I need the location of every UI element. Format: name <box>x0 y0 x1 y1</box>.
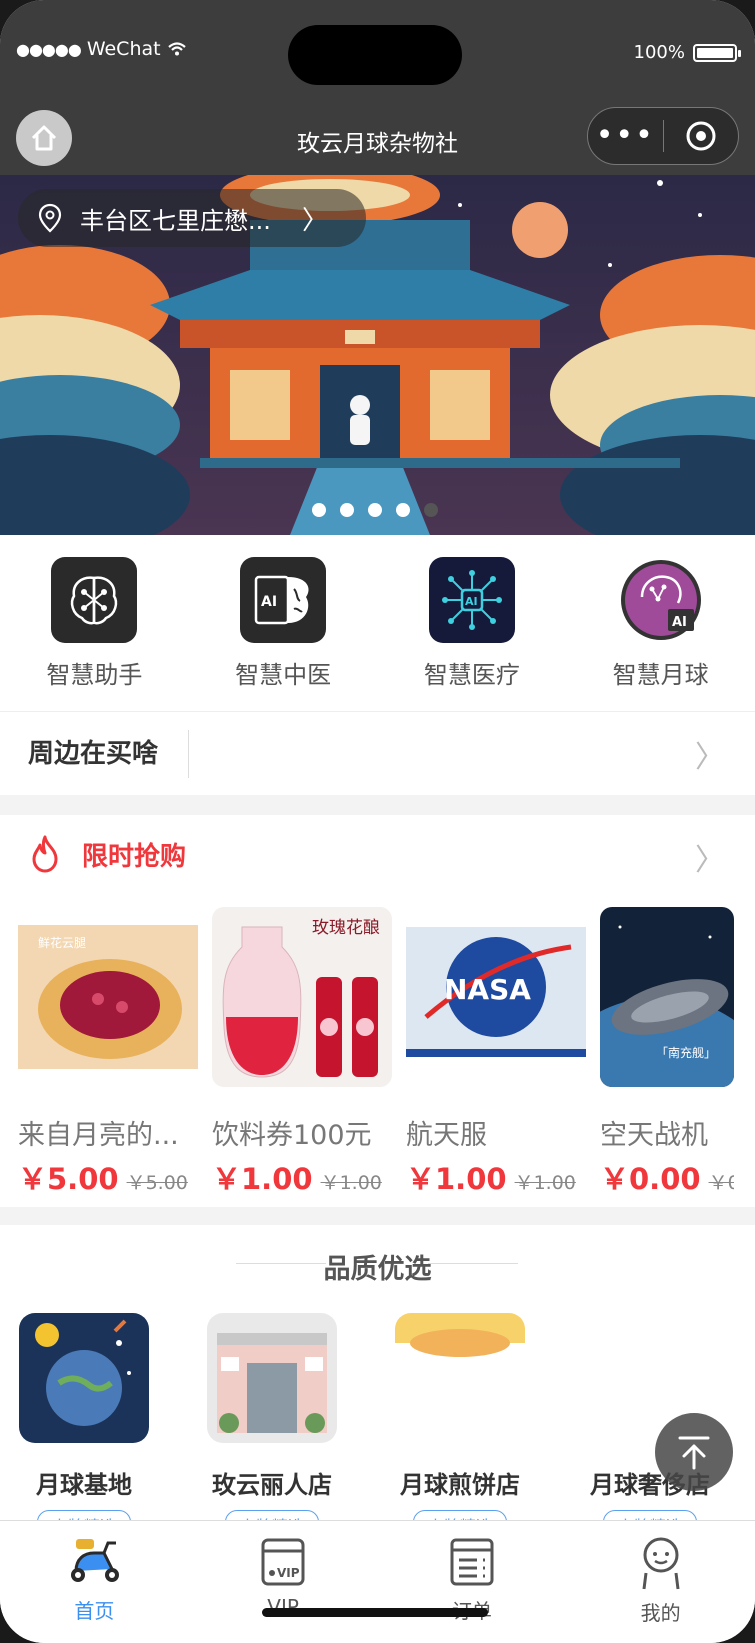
product-image: 「南充舰」 <box>600 907 734 1087</box>
svg-text:AI: AI <box>465 595 478 608</box>
product-old-price: ￥0. <box>708 1172 734 1194</box>
product-price: ￥5.00 <box>18 1162 119 1196</box>
back-to-top-button[interactable] <box>655 1413 733 1491</box>
shortcut-grid: 智慧助手 AI 智慧中医 AI 智慧医疗 AI 智慧月球 <box>0 535 755 711</box>
target-icon <box>686 121 716 151</box>
signal-icon: ●●●●● <box>16 39 82 59</box>
status-bar: ●●●●● WeChat 100% <box>0 0 755 100</box>
home-indicator <box>262 1608 488 1617</box>
product-image-caption: 鲜花云腿 <box>38 935 86 950</box>
nav-bar: 玫云月球杂物社 ••• <box>0 100 755 175</box>
location-selector[interactable]: 丰台区七里庄懋... 〉 <box>18 189 366 247</box>
shortcut-label: 智慧中医 <box>235 661 332 689</box>
store-card[interactable]: 月球基地 上牌精选 <box>4 1313 164 1540</box>
tab-vip[interactable]: VIP VIP <box>189 1521 378 1643</box>
tab-orders[interactable]: 订单 <box>378 1521 567 1643</box>
store-image <box>207 1313 337 1443</box>
carrier-label: WeChat <box>86 38 161 60</box>
store-card[interactable]: 月球煎饼店 上牌精选 <box>380 1313 540 1540</box>
product-image: 鲜花云腿 <box>18 907 198 1087</box>
carousel-dot[interactable] <box>312 503 326 517</box>
location-pin-icon <box>38 203 62 233</box>
product-price: ￥0.00 <box>600 1162 701 1196</box>
carousel-dot-active[interactable] <box>424 503 438 517</box>
tab-label: 首页 <box>74 1599 115 1623</box>
vip-card-icon: VIP <box>261 1538 305 1586</box>
product-image: NASA <box>406 907 586 1087</box>
tab-label: 我的 <box>640 1601 681 1625</box>
quality-picks-section: 品质优选 月球基地 上牌精选 <box>0 1225 755 1540</box>
tab-profile[interactable]: 我的 <box>566 1521 755 1643</box>
product-name: 航天服 <box>406 1120 487 1151</box>
order-list-icon <box>450 1538 494 1586</box>
banner-carousel[interactable]: 丰台区七里庄懋... 〉 <box>0 175 755 535</box>
product-card[interactable]: 玫瑰花酿 饮料券100元 ￥1.00 ￥1.00 <box>212 907 392 1198</box>
quality-picks-title: 品质优选 <box>323 1254 432 1285</box>
product-image-caption: NASA <box>444 973 531 1006</box>
shortcut-label: 智慧月球 <box>612 661 709 689</box>
product-card[interactable]: 「南充舰」 空天战机 ￥0.00 ￥0. <box>600 907 734 1198</box>
mini-program-capsule: ••• <box>587 107 739 165</box>
phone-screen: ●●●●● WeChat 100% 玫云月球杂物社 ••• 丰台区七里庄懋...… <box>0 0 755 1643</box>
product-image: 玫瑰花酿 <box>212 907 392 1087</box>
shortcut-label: 智慧医疗 <box>423 661 520 689</box>
location-text: 丰台区七里庄懋... <box>80 206 271 235</box>
user-icon <box>642 1537 680 1590</box>
product-old-price: ￥5.00 <box>126 1172 188 1194</box>
shortcut-smart-tcm[interactable]: AI 智慧中医 <box>189 535 378 711</box>
close-button[interactable] <box>664 120 739 152</box>
svg-text:VIP: VIP <box>277 1566 300 1580</box>
store-name: 玫云丽人店 <box>212 1471 332 1499</box>
store-name: 月球煎饼店 <box>400 1471 520 1499</box>
shortcut-smart-assistant[interactable]: 智慧助手 <box>0 535 189 711</box>
brain-icon <box>51 557 138 643</box>
ai-head-icon: AI <box>617 557 704 643</box>
scooter-icon <box>71 1539 120 1582</box>
battery-icon <box>693 43 741 62</box>
carousel-dot[interactable] <box>396 503 410 517</box>
product-price: ￥1.00 <box>406 1162 507 1196</box>
bottom-tab-bar: 首页 VIP VIP 订单 我的 <box>0 1520 755 1643</box>
svg-text:AI: AI <box>261 594 277 610</box>
nearby-purchases-row[interactable]: 周边在买啥 〉 <box>0 711 755 795</box>
fire-icon <box>32 835 58 873</box>
chevron-right-icon: 〉 <box>695 739 725 775</box>
arrow-up-icon <box>678 1436 710 1470</box>
product-card[interactable]: NASA 航天服 ￥1.00 ￥1.00 <box>406 907 586 1198</box>
tab-home[interactable]: 首页 <box>0 1521 189 1643</box>
carousel-dot[interactable] <box>340 503 354 517</box>
product-image-caption: 玫瑰花酿 <box>312 918 380 938</box>
product-image-caption: 「南充舰」 <box>656 1045 716 1060</box>
product-old-price: ￥1.00 <box>514 1172 576 1194</box>
product-name: 饮料券100元 <box>212 1120 372 1151</box>
carousel-dot[interactable] <box>368 503 382 517</box>
chevron-right-icon: 〉 <box>301 205 328 236</box>
more-dots-icon[interactable]: ••• <box>588 121 663 151</box>
svg-text:AI: AI <box>672 615 687 630</box>
ai-circuit-icon: AI <box>428 557 515 643</box>
store-name: 月球基地 <box>36 1471 132 1499</box>
flash-sale-title: 限时抢购 <box>82 841 187 872</box>
product-old-price: ￥1.00 <box>320 1172 382 1194</box>
ai-brain-chip-icon: AI <box>240 557 327 643</box>
store-card[interactable]: 玫云丽人店 上牌精选 <box>192 1313 352 1540</box>
battery-label: 100% <box>633 42 685 63</box>
shortcut-label: 智慧助手 <box>46 661 143 689</box>
product-name: 空天战机 <box>600 1120 708 1151</box>
product-name: 来自月亮的... <box>18 1120 179 1151</box>
store-image <box>19 1313 149 1443</box>
store-image <box>395 1313 525 1443</box>
shortcut-smart-medical[interactable]: AI 智慧医疗 <box>378 535 567 711</box>
product-price: ￥1.00 <box>212 1162 313 1196</box>
nearby-purchases-title: 周边在买啥 <box>28 729 190 778</box>
wifi-icon <box>167 42 186 56</box>
shortcut-smart-moon[interactable]: AI 智慧月球 <box>566 535 755 711</box>
carousel-indicators <box>312 503 438 517</box>
flash-sale-section: 限时抢购 〉 鲜花云腿 来自月亮的... ￥5.00 ￥5.00 玫瑰花酿 饮料… <box>0 815 755 1207</box>
camera-notch <box>288 25 462 85</box>
product-card[interactable]: 鲜花云腿 来自月亮的... ￥5.00 ￥5.00 <box>18 907 198 1198</box>
flash-sale-more-chevron-icon[interactable]: 〉 <box>695 835 725 879</box>
